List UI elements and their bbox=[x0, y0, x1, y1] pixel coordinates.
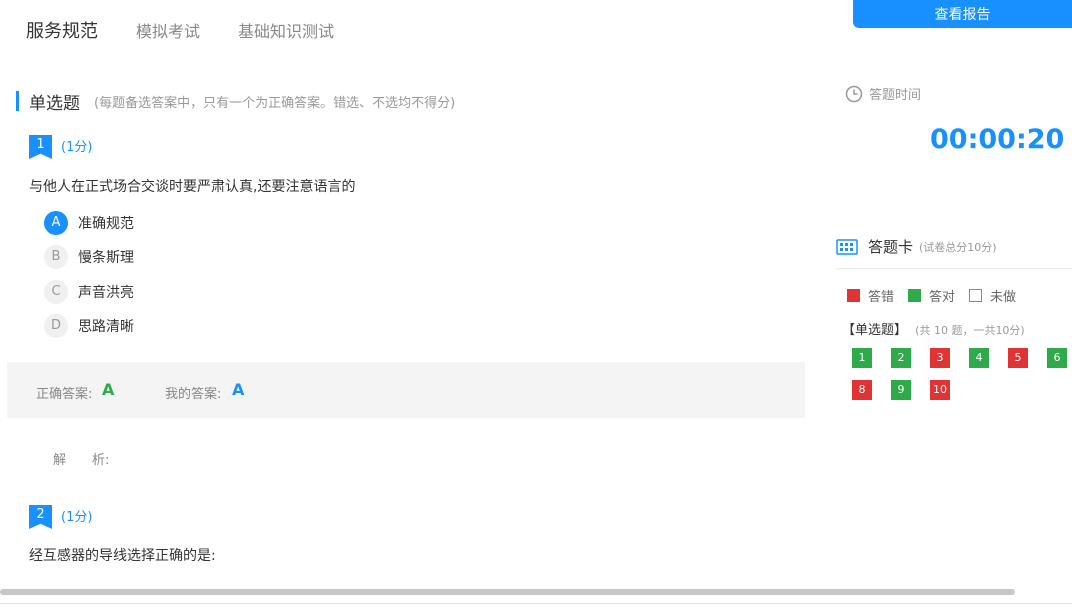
analysis-label: 解 析: bbox=[53, 453, 110, 468]
nav-item-mock-exam[interactable]: 模拟考试 bbox=[136, 18, 200, 42]
option-letter: A bbox=[44, 211, 68, 235]
clock-icon bbox=[845, 85, 863, 102]
option-letter: C bbox=[44, 280, 68, 304]
correct-answer-label: 正确答案: bbox=[36, 387, 93, 402]
question-text: 经互感器的导线选择正确的是: bbox=[29, 548, 216, 564]
option-text: 准确规范 bbox=[78, 216, 134, 232]
option-text: 慢条斯理 bbox=[78, 250, 134, 266]
question-cell-1[interactable]: 1 bbox=[852, 348, 872, 368]
timer-value: 00:00:20 bbox=[930, 124, 1065, 155]
question-text: 与他人在正式场合交谈时要严肃认真,还要注意语言的 bbox=[29, 179, 356, 195]
answer-card-icon bbox=[836, 238, 858, 255]
section-note: (每题备选答案中，只有一个为正确答案。错选、不选均不得分) bbox=[94, 95, 456, 111]
nav-item-basic-test[interactable]: 基础知识测试 bbox=[238, 18, 334, 42]
option-b[interactable]: B 慢条斯理 bbox=[44, 245, 134, 269]
view-report-button[interactable]: 查看报告 bbox=[853, 0, 1072, 28]
question-cell-9[interactable]: 9 bbox=[891, 380, 911, 400]
correct-answer-value: A bbox=[102, 380, 115, 399]
top-nav: 服务规范 模拟考试 基础知识测试 bbox=[0, 0, 850, 60]
answer-card-divider bbox=[836, 268, 1072, 269]
option-text: 声音洪亮 bbox=[78, 285, 134, 301]
answer-card-header: 答题卡 (试卷总分10分) bbox=[836, 236, 997, 257]
bottom-divider bbox=[0, 603, 1072, 604]
legend-wrong-label: 答错 bbox=[868, 290, 895, 305]
option-letter: B bbox=[44, 245, 68, 269]
question-score: (1分) bbox=[61, 510, 93, 525]
option-letter: D bbox=[44, 314, 68, 338]
timer-label: 答题时间 bbox=[869, 88, 922, 103]
my-answer-value: A bbox=[232, 380, 245, 399]
question-score: (1分) bbox=[61, 140, 93, 155]
group-summary: (共 10 题，一共10分) bbox=[915, 324, 1025, 337]
wrong-swatch bbox=[847, 289, 860, 302]
legend-correct-label: 答对 bbox=[929, 290, 956, 305]
nav-item-service-standard[interactable]: 服务规范 bbox=[26, 17, 98, 43]
answer-card-title: 答题卡 bbox=[868, 238, 914, 256]
section-heading: 单选题 (每题备选答案中，只有一个为正确答案。错选、不选均不得分) bbox=[16, 90, 456, 114]
legend-undone: 未做 bbox=[969, 286, 1016, 305]
section-accent-bar bbox=[16, 91, 19, 111]
question-number-badge: 1 bbox=[29, 135, 52, 159]
question-number-badge: 2 bbox=[29, 505, 52, 529]
group-name: 【单选题】 bbox=[842, 323, 908, 338]
question-cell-6[interactable]: 6 bbox=[1047, 348, 1067, 368]
legend-correct: 答对 bbox=[908, 286, 955, 305]
timer-header: 答题时间 bbox=[845, 84, 921, 103]
legend-wrong: 答错 bbox=[847, 286, 894, 305]
question-cell-10[interactable]: 10 bbox=[930, 380, 950, 400]
answer-card-subtitle: (试卷总分10分) bbox=[919, 240, 997, 254]
question-group-title: 【单选题】 (共 10 题，一共10分) bbox=[842, 319, 1025, 338]
legend-undone-label: 未做 bbox=[990, 290, 1017, 305]
question-cell-8[interactable]: 8 bbox=[852, 380, 872, 400]
undone-swatch bbox=[969, 289, 983, 302]
horizontal-scrollbar[interactable] bbox=[0, 589, 1015, 595]
correct-swatch bbox=[908, 289, 922, 302]
status-legend: 答错 答对 未做 bbox=[847, 286, 1030, 305]
section-name: 单选题 bbox=[29, 93, 80, 114]
option-c[interactable]: C 声音洪亮 bbox=[44, 280, 134, 304]
my-answer-label: 我的答案: bbox=[165, 387, 222, 402]
question-cell-4[interactable]: 4 bbox=[969, 348, 989, 368]
answer-summary: 正确答案: A 我的答案: A bbox=[7, 362, 805, 418]
option-a[interactable]: A 准确规范 bbox=[44, 211, 134, 235]
question-cell-5[interactable]: 5 bbox=[1008, 348, 1028, 368]
option-d[interactable]: D 思路清晰 bbox=[44, 314, 134, 338]
question-cell-3[interactable]: 3 bbox=[930, 348, 950, 368]
option-text: 思路清晰 bbox=[78, 319, 134, 335]
question-cell-2[interactable]: 2 bbox=[891, 348, 911, 368]
